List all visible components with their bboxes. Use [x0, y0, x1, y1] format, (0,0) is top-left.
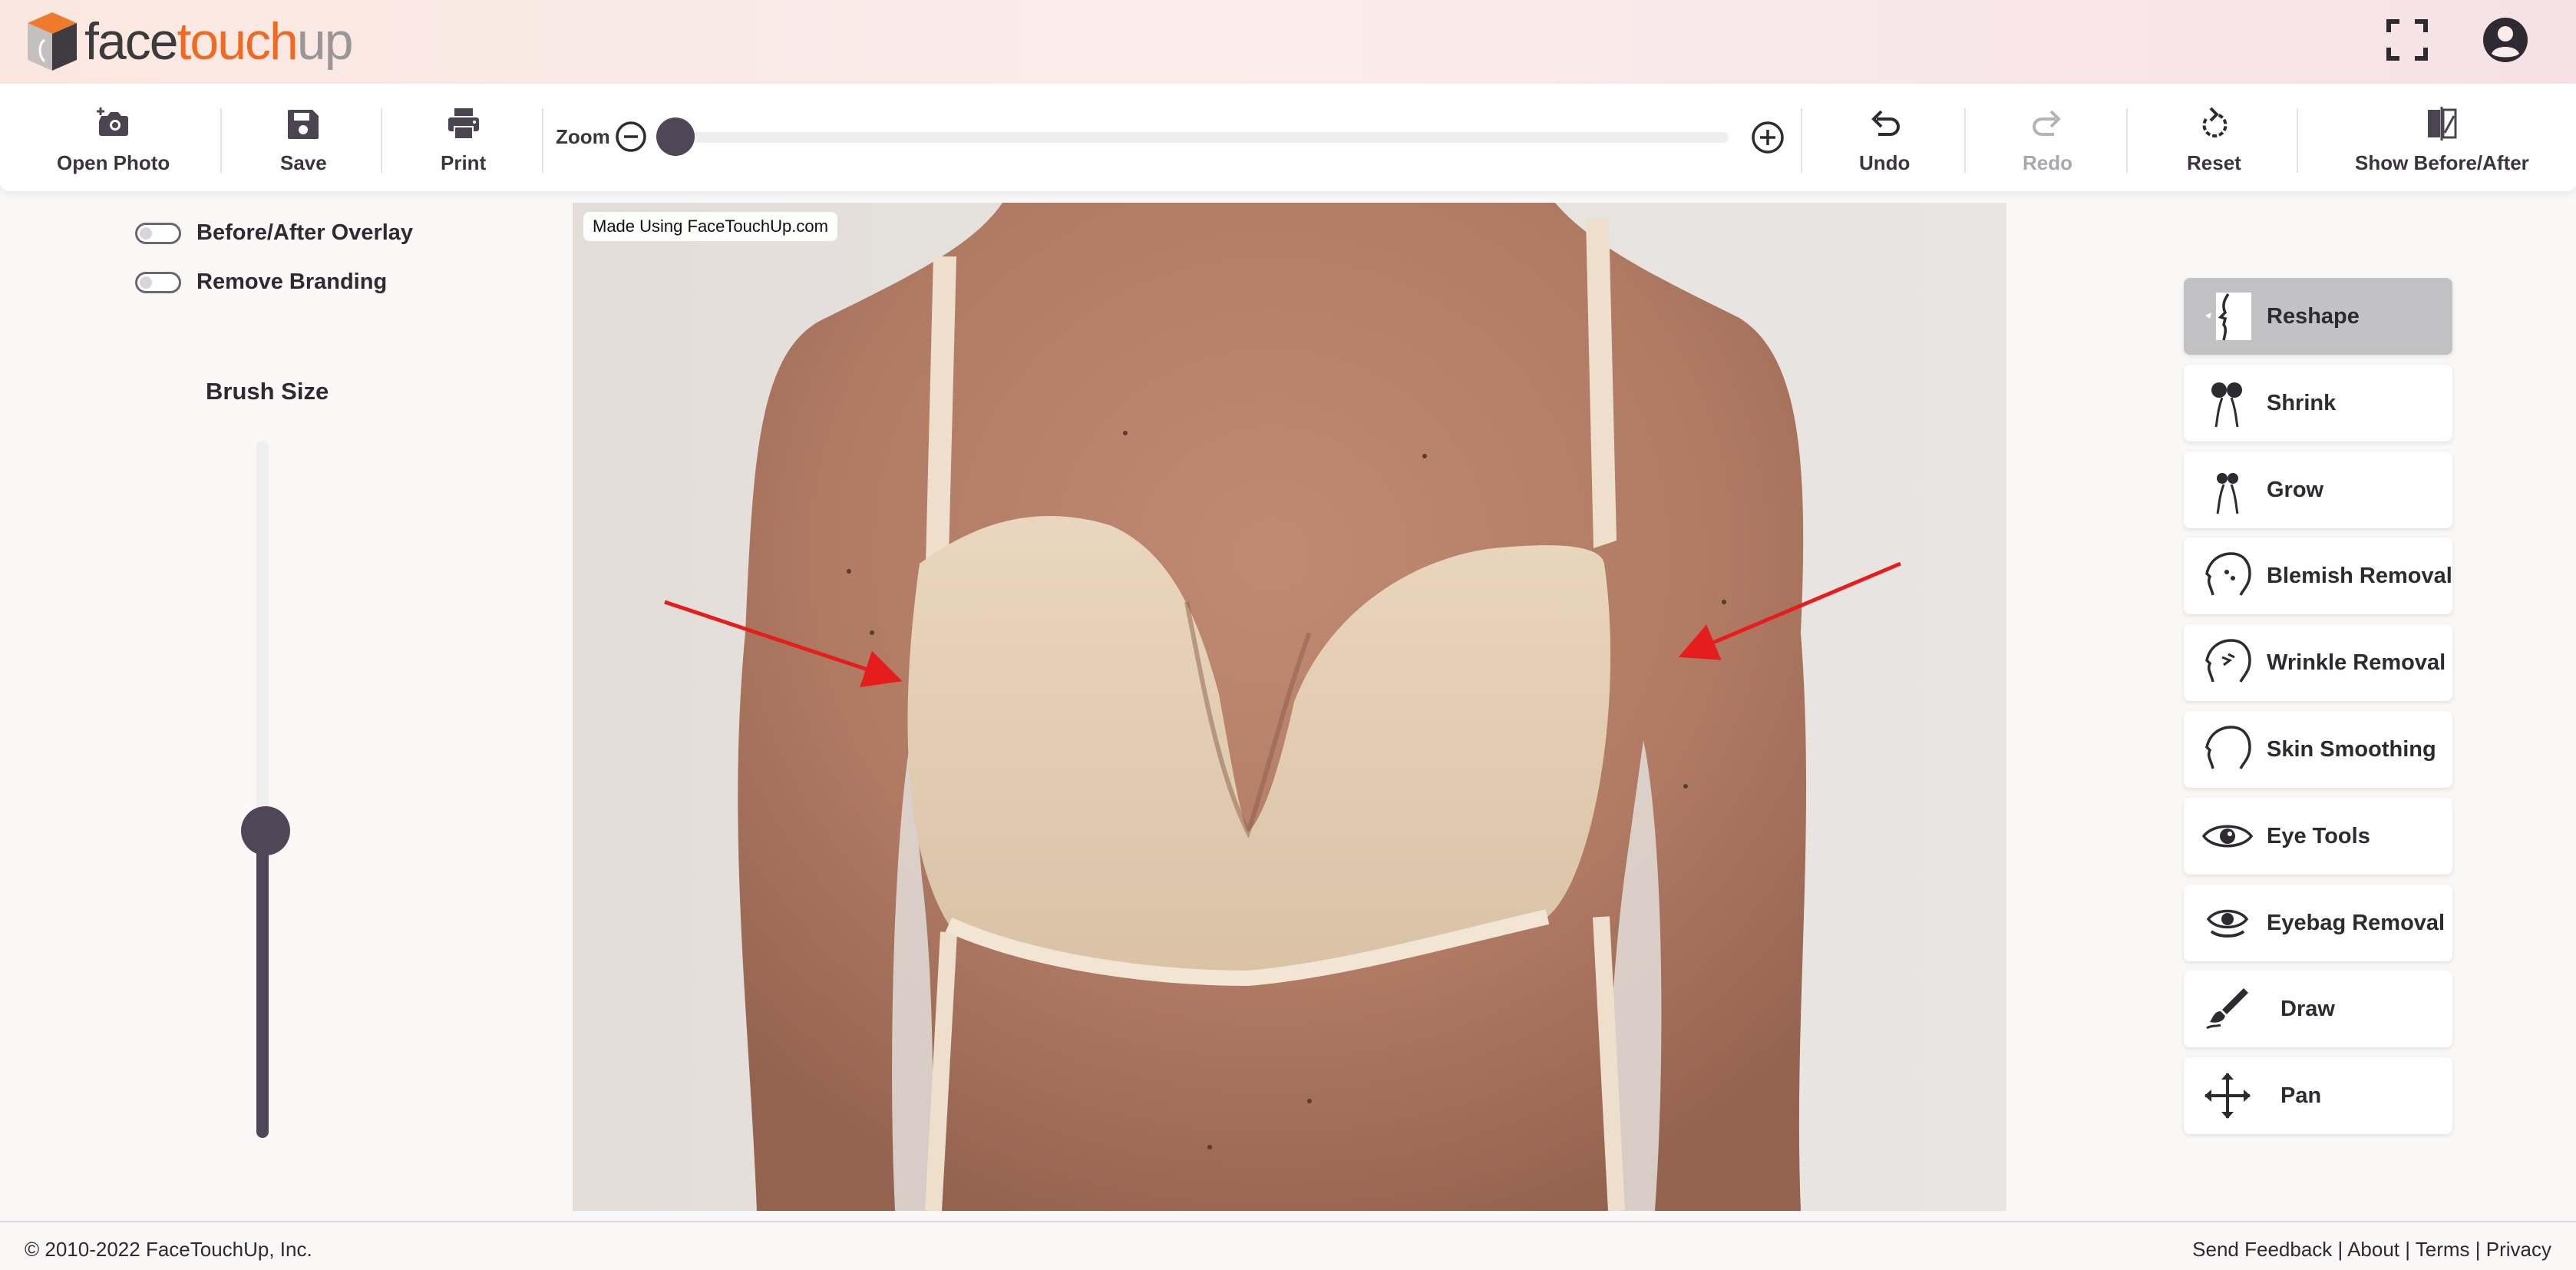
eyebag-icon	[2206, 909, 2249, 938]
tool-reshape-label: Reshape	[2267, 303, 2360, 329]
footer-separator: |	[2332, 1238, 2348, 1261]
undo-icon	[1871, 110, 1901, 136]
tool-shrink[interactable]: Shrink	[2184, 365, 2452, 442]
reset-icon	[2202, 107, 2228, 137]
tool-blemish-removal-label: Blemish Removal	[2267, 563, 2452, 588]
save-button[interactable]: Save	[280, 105, 327, 179]
tool-shrink-label: Shrink	[2267, 390, 2337, 415]
tool-grow-label: Grow	[2267, 477, 2324, 502]
remove-branding-label: Remove Branding	[197, 270, 388, 294]
footer-separator: |	[2469, 1238, 2486, 1261]
toolbar-divider	[381, 108, 382, 173]
zoom-out-icon[interactable]	[614, 120, 648, 154]
remove-branding-toggle[interactable]	[135, 272, 181, 293]
head-wrinkle-icon	[2205, 639, 2251, 683]
compare-icon	[2428, 107, 2457, 141]
photo-canvas[interactable]: Made Using FaceTouchUp.com	[573, 203, 2006, 1211]
reset-label: Reset	[2187, 151, 2241, 174]
undo-button[interactable]: Undo	[1859, 105, 1910, 179]
print-label: Print	[441, 151, 487, 174]
head-blemish-icon	[2205, 552, 2251, 596]
torso-photo	[573, 203, 2006, 1211]
brush-size-title: Brush Size	[206, 378, 329, 405]
about-link[interactable]: About	[2347, 1238, 2399, 1261]
before-after-overlay-toggle[interactable]	[135, 223, 181, 244]
reset-button[interactable]: Reset	[2187, 105, 2241, 179]
open-photo-label: Open Photo	[57, 151, 170, 174]
footer-links: Send Feedback | About | Terms | Privacy	[2192, 1238, 2551, 1262]
zoom-in-icon[interactable]	[1750, 120, 1785, 155]
tool-eye-tools[interactable]: Eye Tools	[2184, 798, 2452, 875]
privacy-link[interactable]: Privacy	[2486, 1238, 2551, 1261]
logo-face: face	[84, 12, 179, 71]
tool-skin-smoothing-label: Skin Smoothing	[2267, 736, 2436, 762]
redo-label: Redo	[2023, 151, 2072, 174]
tool-wrinkle-removal[interactable]: Wrinkle Removal	[2184, 624, 2452, 701]
redo-button[interactable]: Redo	[2023, 105, 2072, 179]
tool-eyebag-removal[interactable]: Eyebag Removal	[2184, 885, 2452, 961]
account-circle-icon[interactable]	[2481, 15, 2530, 64]
zoom-label: Zoom	[556, 125, 610, 148]
logo-touch: touch	[177, 12, 299, 71]
tool-blemish-removal[interactable]: Blemish Removal	[2184, 537, 2452, 614]
toolbar-divider	[542, 108, 543, 173]
before-after-overlay-label: Before/After Overlay	[197, 220, 414, 245]
brush-icon	[2206, 988, 2248, 1030]
facetouchup-logo[interactable]: facetouchup	[21, 9, 354, 74]
footer: © 2010-2022 FaceTouchUp, Inc. Send Feedb…	[0, 1221, 2576, 1270]
tool-reshape[interactable]: Reshape	[2184, 278, 2452, 355]
tool-wrinkle-removal-label: Wrinkle Removal	[2267, 650, 2446, 675]
redo-icon	[2032, 110, 2061, 136]
toolbar-divider	[2126, 108, 2128, 173]
toolbar-divider	[2297, 108, 2298, 173]
printer-icon	[447, 108, 479, 140]
logo-wordmark: facetouchup	[84, 12, 354, 71]
toolbar-divider	[220, 108, 222, 173]
app-header: facetouchup	[0, 0, 2576, 84]
logo-up: up	[296, 12, 354, 71]
add-photo-icon	[96, 107, 128, 136]
brush-size-fill	[256, 831, 269, 1138]
shrink-icon	[2211, 382, 2242, 428]
tool-pan[interactable]: Pan	[2184, 1057, 2452, 1134]
watermark-badge: Made Using FaceTouchUp.com	[583, 212, 837, 241]
tool-draw-label: Draw	[2280, 996, 2335, 1021]
brush-size-thumb[interactable]	[241, 806, 290, 856]
tool-eyebag-removal-label: Eyebag Removal	[2267, 910, 2446, 935]
save-label: Save	[280, 151, 327, 174]
zoom-slider-track[interactable]	[674, 132, 1729, 143]
copyright-text: © 2010-2022 FaceTouchUp, Inc.	[25, 1238, 312, 1261]
tool-eye-tools-label: Eye Tools	[2267, 823, 2370, 848]
eye-icon	[2201, 825, 2254, 848]
show-before-after-label: Show Before/After	[2355, 151, 2529, 174]
toolbar-divider	[1964, 108, 1966, 173]
tool-skin-smoothing[interactable]: Skin Smoothing	[2184, 711, 2452, 788]
zoom-slider-thumb[interactable]	[656, 117, 695, 156]
terms-link[interactable]: Terms	[2416, 1238, 2470, 1261]
floppy-save-icon	[288, 110, 319, 139]
tool-pan-label: Pan	[2280, 1083, 2322, 1108]
head-outline-icon	[2205, 726, 2251, 769]
show-before-after-button[interactable]: Show Before/After	[2355, 105, 2529, 179]
print-button[interactable]: Print	[441, 105, 486, 179]
open-photo-button[interactable]: Open Photo	[57, 105, 170, 179]
undo-label: Undo	[1859, 151, 1911, 174]
grow-icon	[2216, 473, 2239, 514]
move-arrows-icon	[2204, 1073, 2251, 1119]
tool-grow[interactable]: Grow	[2184, 451, 2452, 528]
logo-cube-icon	[28, 12, 77, 71]
toolbar-divider	[1801, 108, 1802, 173]
send-feedback-link[interactable]: Send Feedback	[2192, 1238, 2332, 1261]
fullscreen-icon[interactable]	[2383, 15, 2432, 64]
face-profile-reshape-icon	[2205, 293, 2251, 341]
tool-draw[interactable]: Draw	[2184, 971, 2452, 1047]
footer-separator: |	[2399, 1238, 2416, 1261]
